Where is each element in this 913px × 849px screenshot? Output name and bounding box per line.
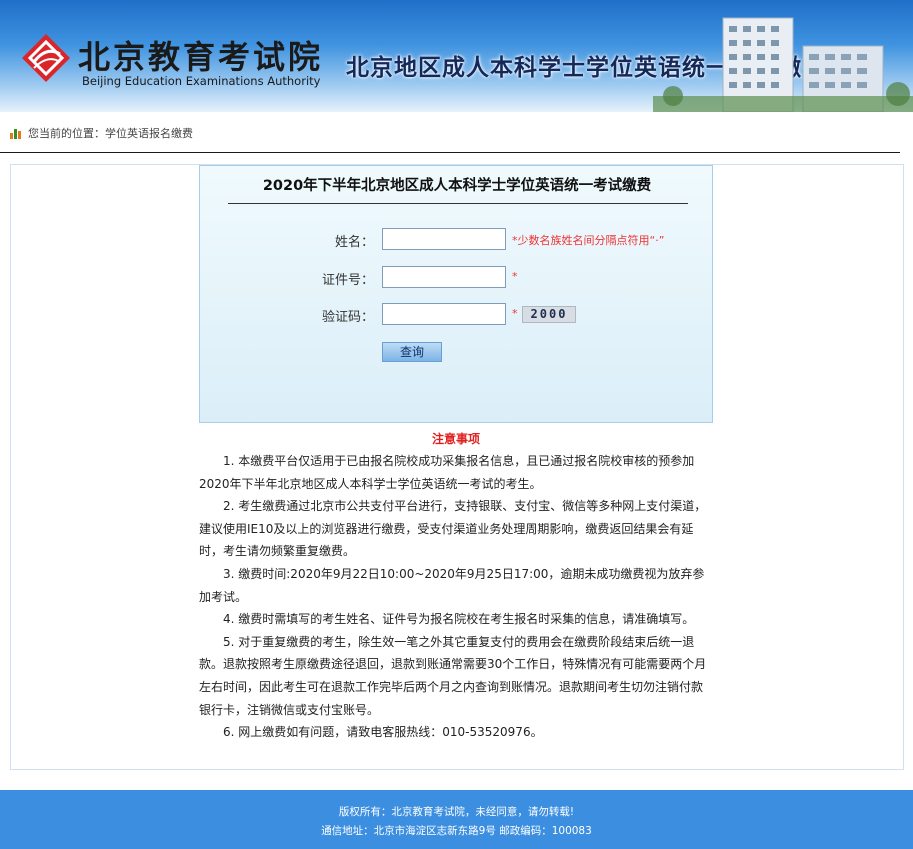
notice-item: 4. 缴费时需填写的考生姓名、证件号为报名院校在考生报名时采集的信息，请准确填写…	[223, 612, 695, 627]
breadcrumb-divider	[0, 152, 900, 153]
location-grid-icon	[10, 129, 21, 139]
logo-english-name: Beijing Education Examinations Authority	[82, 74, 321, 88]
logo[interactable]: 北京教育考试院 Beijing Education Examinations A…	[20, 30, 320, 90]
form-title: 2020年下半年北京地区成人本科学士学位英语统一考试缴费	[262, 178, 652, 194]
notice-item: 1. 本缴费平台仅适用于已由报名院校成功采集报名信息，且已通过报名院校审核的预参…	[199, 454, 695, 491]
name-note: *少数名族姓名间分隔点符用“·”	[512, 234, 665, 247]
captcha-image[interactable]: 2000	[522, 306, 576, 323]
notice-item: 3. 缴费时间:2020年9月22日10:00~2020年9月25日17:00，…	[199, 566, 705, 604]
form-title-divider	[228, 203, 688, 204]
breadcrumb: 您当前的位置：学位英语报名缴费	[10, 124, 193, 142]
name-input[interactable]	[382, 228, 506, 250]
captcha-label: 验证码：	[321, 310, 374, 325]
logo-chinese-name: 北京教育考试院	[78, 38, 324, 76]
captcha-row: 验证码： * 2000	[200, 303, 714, 325]
notice-title: 注意事项	[431, 432, 480, 446]
notice-item: 5. 对于重复缴费的考生，除生效一笔之外其它重复支付的费用会在缴费阶段结束后统一…	[199, 634, 707, 717]
notice-list: 1. 本缴费平台仅适用于已由报名院校成功采集报名信息，且已通过报名院校审核的预参…	[199, 450, 713, 744]
name-row: 姓名： *少数名族姓名间分隔点符用“·”	[200, 228, 714, 250]
breadcrumb-text: 您当前的位置：学位英语报名缴费	[28, 127, 193, 140]
page-footer: 版权所有：北京教育考试院，未经同意，请勿转载! 通信地址：北京市海淀区志新东路9…	[0, 790, 913, 849]
id-row: 证件号： *	[200, 266, 714, 288]
query-button[interactable]: 查询	[382, 342, 442, 362]
id-number-input[interactable]	[382, 266, 506, 288]
id-label: 证件号：	[321, 273, 374, 288]
captcha-input[interactable]	[382, 303, 506, 325]
footer-copyright: 版权所有：北京教育考试院，未经同意，请勿转载!	[338, 806, 575, 818]
page-header: 北京教育考试院 Beijing Education Examinations A…	[0, 0, 913, 112]
captcha-required-mark: *	[512, 307, 518, 320]
logo-mark-icon	[22, 34, 70, 82]
notice-item: 2. 考生缴费通过北京市公共支付平台进行，支持银联、支付宝、微信等多种网上支付渠…	[199, 499, 707, 559]
id-required-mark: *	[512, 270, 518, 283]
payment-query-form: 2020年下半年北京地区成人本科学士学位英语统一考试缴费 姓名： *少数名族姓名…	[199, 165, 713, 423]
notice-item: 6. 网上缴费如有问题，请致电客服热线：010-53520976。	[223, 725, 543, 740]
building-illustration-icon	[653, 17, 913, 112]
footer-address: 通信地址：北京市海淀区志新东路9号 邮政编码：100083	[321, 825, 592, 837]
name-label: 姓名：	[334, 235, 374, 250]
